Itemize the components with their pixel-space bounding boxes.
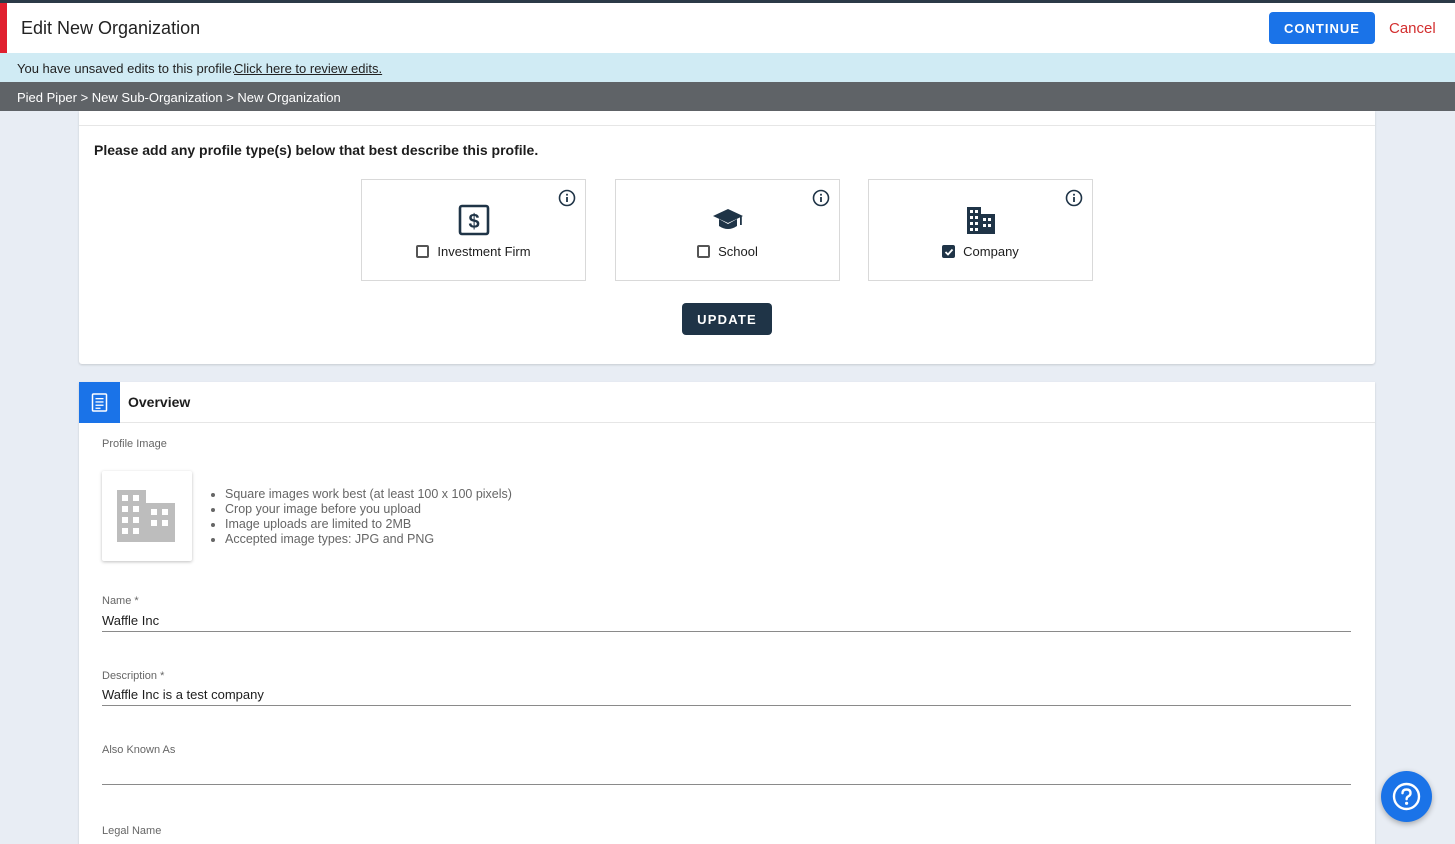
also-known-as-field[interactable] xyxy=(102,763,1351,785)
school-label: School xyxy=(718,244,758,259)
info-icon[interactable] xyxy=(558,189,576,207)
overview-header: Overview xyxy=(79,382,1375,423)
school-checkbox[interactable] xyxy=(697,245,711,258)
cancel-button[interactable]: Cancel xyxy=(1389,20,1436,37)
description-label: Description * xyxy=(102,670,165,682)
image-tip: Image uploads are limited to 2MB xyxy=(225,517,512,532)
investment-firm-label: Investment Firm xyxy=(437,244,531,259)
building-placeholder-icon xyxy=(117,490,175,542)
info-icon[interactable] xyxy=(1065,189,1083,207)
investment-firm-checkbox[interactable] xyxy=(416,245,430,258)
breadcrumb-text: Pied Piper > New Sub-Organization > New … xyxy=(17,90,341,105)
image-tip: Accepted image types: JPG and PNG xyxy=(225,532,512,547)
profile-type-card: Please add any profile type(s) below tha… xyxy=(79,111,1375,364)
image-tips-list: Square images work best (at least 100 x … xyxy=(225,487,512,547)
company-checkbox[interactable] xyxy=(942,245,956,258)
profile-image-label: Profile Image xyxy=(102,438,167,450)
dollar-sign-icon: $ xyxy=(458,204,489,236)
image-tip: Square images work best (at least 100 x … xyxy=(225,487,512,502)
investment-firm-checkbox-row[interactable]: Investment Firm xyxy=(362,244,585,259)
building-icon xyxy=(966,207,995,234)
also-known-as-label: Also Known As xyxy=(102,744,176,756)
company-label: Company xyxy=(963,244,1019,259)
unsaved-edits-message: You have unsaved edits to this profile. xyxy=(17,61,236,76)
overview-icon-box xyxy=(79,382,120,423)
header-accent-bar xyxy=(0,3,7,53)
profile-type-company[interactable]: Company xyxy=(868,179,1093,281)
name-value: Waffle Inc xyxy=(102,613,160,628)
description-value: Waffle Inc is a test company xyxy=(102,687,264,702)
checkmark-icon xyxy=(945,248,954,256)
description-field[interactable]: Waffle Inc is a test company xyxy=(102,684,1351,706)
profile-type-school[interactable]: School xyxy=(615,179,840,281)
company-checkbox-row[interactable]: Company xyxy=(869,244,1092,259)
name-field[interactable]: Waffle Inc xyxy=(102,610,1351,632)
image-tip: Crop your image before you upload xyxy=(225,502,512,517)
profile-type-investment-firm[interactable]: $ Investment Firm xyxy=(361,179,586,281)
profile-type-prompt: Please add any profile type(s) below tha… xyxy=(94,142,539,158)
graduation-cap-icon xyxy=(712,209,743,229)
profile-image-upload[interactable] xyxy=(102,471,192,561)
overview-card: Overview Profile Image Square images wor… xyxy=(79,382,1375,844)
continue-button[interactable]: CONTINUE xyxy=(1269,12,1375,44)
legal-name-label: Legal Name xyxy=(102,825,162,837)
overview-title: Overview xyxy=(128,394,191,410)
app-header: Edit New Organization CONTINUE Cancel xyxy=(0,3,1455,53)
page-title: Edit New Organization xyxy=(21,18,201,38)
help-icon xyxy=(1392,782,1421,811)
update-button[interactable]: UPDATE xyxy=(682,303,772,335)
unsaved-edits-banner: You have unsaved edits to this profile. … xyxy=(0,53,1455,82)
info-icon[interactable] xyxy=(812,189,830,207)
svg-text:$: $ xyxy=(468,211,479,233)
name-label: Name * xyxy=(102,595,139,607)
divider xyxy=(79,125,1375,126)
help-button[interactable] xyxy=(1381,771,1432,822)
review-edits-link[interactable]: Click here to review edits. xyxy=(234,61,382,76)
school-checkbox-row[interactable]: School xyxy=(616,244,839,259)
document-icon xyxy=(91,393,108,412)
breadcrumb: Pied Piper > New Sub-Organization > New … xyxy=(0,82,1455,111)
